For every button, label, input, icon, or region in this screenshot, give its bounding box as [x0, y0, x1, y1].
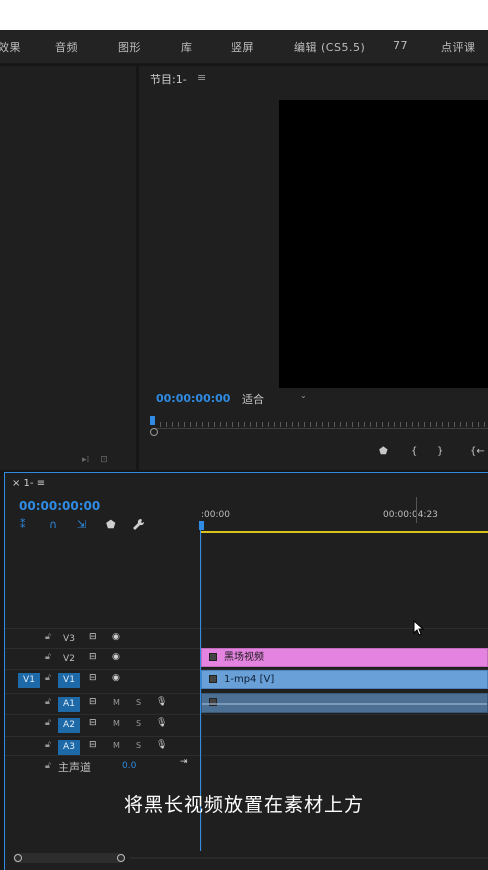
fx-badge-icon	[209, 653, 217, 661]
microphone-icon[interactable]: 🎙︎	[156, 740, 167, 750]
export-frame-icon[interactable]: ⊡	[100, 455, 108, 465]
menu-libraries[interactable]: 库	[181, 39, 193, 55]
eye-icon[interactable]: ◉	[112, 673, 120, 683]
fit-dropdown[interactable]: 适合 ⌄	[242, 391, 310, 406]
track-name-a2[interactable]: A2	[58, 718, 80, 733]
audio-waveform	[202, 703, 487, 705]
timeline-scroll-track[interactable]	[130, 857, 488, 859]
program-monitor-title[interactable]: 节目:1-	[150, 71, 187, 87]
mark-in-icon[interactable]: {	[411, 446, 417, 457]
black-video-clip[interactable]: 黑场视频	[201, 648, 488, 667]
timeline-tab[interactable]: × 1- ≡	[12, 478, 45, 489]
menu-vertical[interactable]: 竖屏	[231, 39, 254, 55]
menu-editing-cs55[interactable]: 编辑 (CS5.5)	[294, 39, 365, 55]
lock-icon[interactable]: 🔓︎	[45, 652, 51, 662]
fit-dropdown-value: 适合	[242, 393, 264, 406]
program-playhead[interactable]	[150, 416, 155, 425]
menu-graphics[interactable]: 图形	[118, 39, 141, 55]
wrench-icon[interactable]	[132, 518, 145, 534]
top-strip	[0, 0, 488, 30]
solo-button[interactable]: S	[136, 719, 141, 728]
track-header-a2: 🔓︎ A2 ⊟ M S 🎙︎	[5, 715, 200, 735]
timeline-playhead[interactable]	[199, 521, 204, 530]
program-timecode[interactable]: 00:00:00:00	[156, 392, 230, 405]
workspace-menu-bar: 效果 音频 图形 库 竖屏 编辑 (CS5.5) 77 点评课	[0, 30, 488, 64]
track-name-v1[interactable]: V1	[58, 673, 80, 688]
audio-clip-a1[interactable]	[201, 693, 488, 713]
menu-effects[interactable]: 效果	[0, 39, 21, 55]
sync-lock-icon[interactable]: ⊟	[89, 673, 97, 683]
insert-icon[interactable]: ▸⁞	[82, 455, 89, 465]
go-to-in-icon[interactable]: {←	[470, 446, 485, 457]
lock-icon[interactable]: 🔓︎	[45, 673, 51, 683]
master-track-label: 主声道	[58, 761, 91, 774]
track-header-v3: 🔓︎ V3 ⊟ ◉	[5, 629, 200, 649]
video-subtitle: 将黑长视频放置在素材上方	[123, 794, 364, 816]
lock-icon[interactable]: 🔓︎	[45, 718, 51, 728]
mark-out-icon[interactable]: }	[437, 446, 443, 457]
hamburger-icon[interactable]: ≡	[197, 71, 206, 84]
sync-lock-icon[interactable]: ⊟	[89, 632, 97, 642]
clip-label: 黑场视频	[224, 652, 264, 663]
panel-footer-icons[interactable]: ▸⁞ ⊡	[82, 455, 108, 465]
track-header-a3: 🔓︎ A3 ⊟ M S 🎙︎	[5, 737, 200, 757]
add-marker-icon[interactable]: ⬟	[379, 446, 388, 457]
lock-icon[interactable]: 🔓︎	[45, 761, 51, 771]
mute-button[interactable]: M	[113, 698, 120, 707]
sync-lock-icon[interactable]: ⊟	[89, 718, 97, 728]
scroll-handle-left-icon[interactable]	[14, 854, 22, 862]
program-time-ruler[interactable]	[160, 418, 488, 428]
lock-icon[interactable]: 🔓︎	[45, 632, 51, 642]
menu-audio[interactable]: 音频	[55, 39, 78, 55]
solo-button[interactable]: S	[136, 698, 141, 707]
menu-review[interactable]: 点评课	[441, 39, 476, 55]
track-header-a1: 🔓︎ A1 ⊟ M S 🎙︎	[5, 694, 200, 714]
timeline-ruler-mid: 00:00:04:23	[383, 510, 438, 520]
snap-icon[interactable]: ⁑	[20, 518, 26, 531]
solo-button[interactable]: S	[136, 741, 141, 750]
zoom-handle-icon[interactable]	[150, 428, 158, 436]
eye-icon[interactable]: ◉	[112, 632, 120, 642]
timeline-zoom-scrollbar[interactable]	[13, 853, 125, 863]
microphone-icon[interactable]: 🎙︎	[156, 697, 167, 707]
scroll-handle-right-icon[interactable]	[117, 854, 125, 862]
go-to-end-icon[interactable]: ⇥	[180, 757, 188, 767]
track-a2: 🔓︎ A2 ⊟ M S 🎙︎	[5, 714, 488, 734]
track-name-a1[interactable]: A1	[58, 697, 80, 712]
track-header-v2: 🔓︎ V2 ⊟ ◉	[5, 649, 200, 669]
lock-icon[interactable]: 🔓︎	[45, 697, 51, 707]
track-name-a3[interactable]: A3	[58, 740, 80, 755]
program-video-frame	[279, 100, 488, 388]
microphone-icon[interactable]: 🎙︎	[156, 718, 167, 728]
source-panel	[0, 66, 136, 470]
sync-lock-icon[interactable]: ⊟	[89, 652, 97, 662]
video-clip-v1[interactable]: 1-mp4 [V]	[201, 670, 488, 689]
chevron-down-icon: ⌄	[300, 391, 307, 400]
timeline-display-settings-icon[interactable]: ⬟	[106, 518, 116, 531]
source-patch-v1[interactable]: V1	[18, 673, 40, 688]
timeline-ruler-start: :00:00	[201, 510, 230, 520]
mute-button[interactable]: M	[113, 719, 120, 728]
menu-77[interactable]: 77	[393, 39, 408, 52]
track-name-v2[interactable]: V2	[58, 652, 80, 667]
track-name-v3[interactable]: V3	[58, 632, 80, 647]
track-header-v1: V1 🔓︎ V1 ⊟ ◉	[5, 670, 200, 690]
timeline-timecode[interactable]: 00:00:00:00	[19, 499, 100, 513]
lock-icon[interactable]: 🔓︎	[45, 740, 51, 750]
work-area-bar[interactable]	[201, 531, 488, 533]
linked-selection-icon[interactable]: ∩	[49, 518, 57, 531]
track-a3: 🔓︎ A3 ⊟ M S 🎙︎	[5, 736, 488, 756]
master-volume-value[interactable]: 0.0	[122, 761, 136, 771]
add-marker-icon[interactable]: ⇲	[77, 518, 86, 531]
sync-lock-icon[interactable]: ⊟	[89, 740, 97, 750]
sync-lock-icon[interactable]: ⊟	[89, 697, 97, 707]
fx-badge-icon	[209, 675, 217, 683]
eye-icon[interactable]: ◉	[112, 652, 120, 662]
timeline-ruler-tick	[416, 497, 417, 523]
mute-button[interactable]: M	[113, 741, 120, 750]
clip-label: 1-mp4 [V]	[224, 674, 275, 685]
program-scrub-bar[interactable]	[154, 428, 488, 429]
